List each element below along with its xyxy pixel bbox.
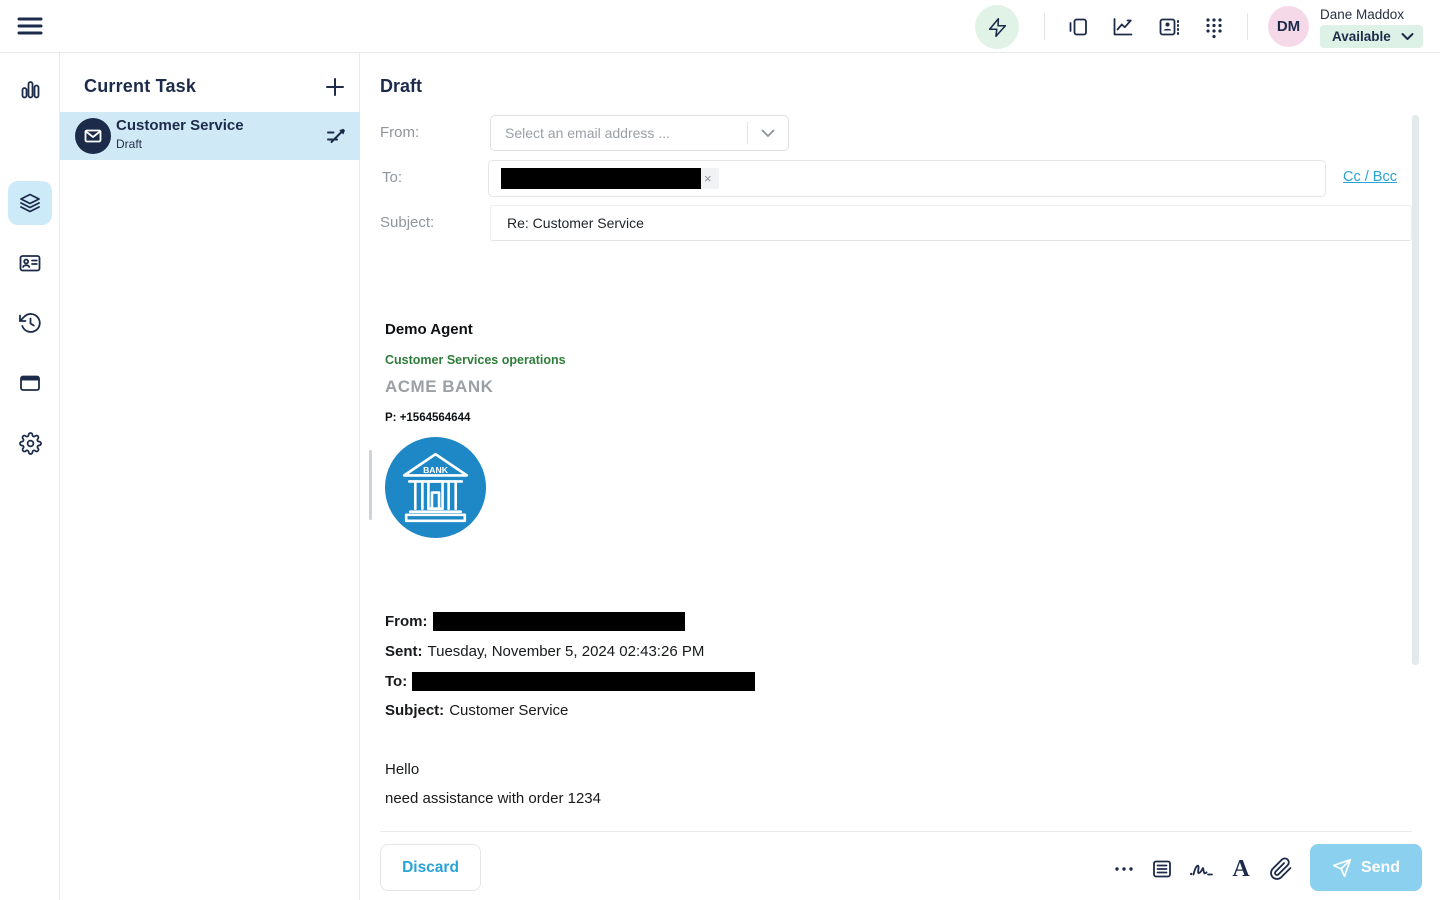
to-label: To:: [382, 169, 402, 186]
quoted-subject-line: Subject:Customer Service: [385, 702, 568, 719]
signature-button[interactable]: [1188, 856, 1214, 882]
agent-workspace: DM Dane Maddox Available: [0, 0, 1440, 900]
task-list-item[interactable]: Customer Service Draft: [60, 112, 360, 160]
layers-icon: [18, 191, 42, 215]
signature-name: Demo Agent: [385, 321, 473, 338]
hamburger-menu-button[interactable]: [16, 13, 44, 39]
vertical-scrollbar[interactable]: [1412, 115, 1419, 665]
subject-label: Subject:: [380, 214, 434, 231]
panel-title: Current Task: [84, 76, 196, 97]
user-name: Dane Maddox: [1320, 7, 1404, 22]
bank-logo-label: BANK: [423, 465, 449, 475]
quick-connects-button[interactable]: [975, 5, 1019, 49]
metrics-button[interactable]: [1111, 15, 1135, 39]
status-label: Available: [1332, 29, 1391, 44]
nav-history-button[interactable]: [8, 301, 52, 345]
plus-icon: [324, 76, 346, 98]
templates-button[interactable]: [1149, 856, 1175, 882]
top-bar: DM Dane Maddox Available: [0, 0, 1440, 53]
line-chart-icon: [1111, 15, 1135, 39]
task-title: Customer Service: [116, 117, 244, 134]
compose-heading: Draft: [380, 76, 422, 97]
signature-phone: P: +1564564644: [385, 412, 470, 424]
left-navigation-rail: [0, 53, 60, 900]
from-address-select[interactable]: Select an email address ...: [490, 115, 789, 151]
topbar-divider: [1044, 13, 1045, 40]
font-icon: A: [1232, 857, 1249, 881]
add-task-button[interactable]: [322, 74, 348, 100]
remove-recipient-button[interactable]: ×: [701, 172, 715, 185]
panels-view-button[interactable]: [1066, 15, 1090, 39]
topbar-divider-2: [1247, 13, 1248, 40]
from-label: From:: [380, 124, 419, 141]
quoted-sent-line: Sent:Tuesday, November 5, 2024 02:43:26 …: [385, 643, 704, 660]
email-task-icon: [75, 118, 111, 154]
lightning-bolt-icon: [987, 17, 1008, 38]
nav-contacts-button[interactable]: [8, 241, 52, 285]
quoted-to-line: To:: [385, 672, 755, 691]
editor-scroll-handle[interactable]: [369, 450, 372, 520]
signature-role: Customer Services operations: [385, 353, 566, 367]
agent-directory-button[interactable]: [1157, 15, 1181, 39]
nav-browser-button[interactable]: [8, 361, 52, 405]
format-text-button[interactable]: A: [1228, 856, 1254, 882]
nav-tasks-button[interactable]: [8, 181, 52, 225]
nav-metrics-button[interactable]: [8, 68, 52, 112]
dialpad-icon: [1202, 15, 1226, 39]
user-avatar[interactable]: DM: [1268, 6, 1309, 47]
email-body-editor[interactable]: [370, 250, 1410, 830]
attach-file-button[interactable]: [1268, 856, 1294, 882]
chevron-down-icon: [761, 129, 775, 138]
bank-logo: BANK: [385, 437, 486, 538]
from-placeholder: Select an email address ...: [491, 125, 747, 141]
signature-icon: [1188, 857, 1214, 881]
send-button[interactable]: Send: [1310, 844, 1422, 891]
signature-company: ACME BANK: [385, 377, 493, 397]
status-dropdown[interactable]: Available: [1320, 25, 1423, 48]
avatar-initials: DM: [1277, 18, 1300, 35]
chevron-down-icon: [1401, 32, 1414, 41]
recipient-chip[interactable]: ×: [501, 168, 719, 189]
more-options-button[interactable]: [1111, 856, 1137, 882]
hamburger-icon: [16, 13, 44, 39]
redacted-to: [412, 672, 755, 691]
history-icon: [18, 311, 42, 335]
browser-window-icon: [18, 371, 42, 395]
redacted-email: [501, 168, 701, 189]
compose-pen-icon: [324, 124, 348, 148]
dialpad-button[interactable]: [1202, 15, 1226, 39]
task-status: Draft: [116, 137, 142, 151]
paper-plane-icon: [1332, 858, 1352, 878]
subject-input[interactable]: [490, 205, 1412, 241]
contact-directory-icon: [1157, 15, 1181, 39]
edit-draft-button[interactable]: [324, 124, 348, 148]
settings-gear-icon: [19, 432, 42, 455]
contact-card-icon: [18, 251, 42, 275]
toolbar-divider: [380, 831, 1412, 832]
current-task-panel: Current Task Customer Service Draft: [60, 53, 360, 900]
paperclip-icon: [1269, 857, 1293, 881]
message-line-1: Hello: [385, 761, 419, 778]
discard-button[interactable]: Discard: [380, 844, 481, 891]
redacted-from: [433, 612, 685, 631]
template-list-icon: [1150, 857, 1174, 881]
panels-icon: [1066, 15, 1090, 39]
nav-settings-button[interactable]: [8, 421, 52, 465]
cc-bcc-link[interactable]: Cc / Bcc: [1343, 169, 1397, 185]
message-line-2: need assistance with order 1234: [385, 790, 601, 807]
ellipsis-icon: [1112, 857, 1136, 881]
send-label: Send: [1361, 859, 1400, 877]
bar-chart-icon: [18, 78, 42, 102]
quoted-from-line: From:: [385, 612, 685, 631]
to-recipients-input[interactable]: ×: [488, 160, 1326, 197]
